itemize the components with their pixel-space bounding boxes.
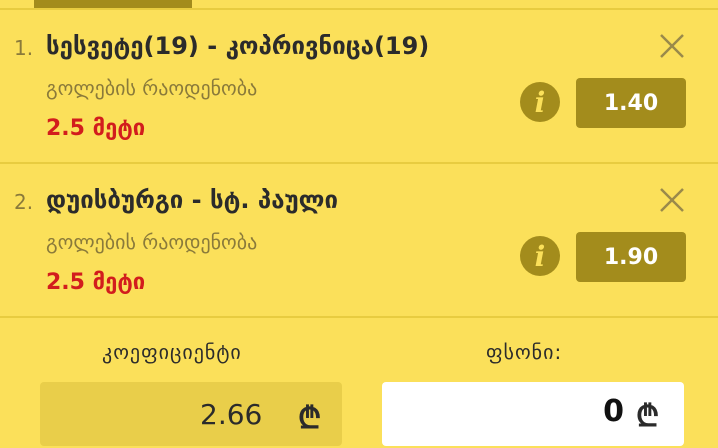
bet-slip-item: 2. დუისბურგი - სტ. პაული გოლების რაოდენო… bbox=[0, 164, 718, 318]
stake-input[interactable]: 0 ₾ bbox=[382, 382, 684, 446]
lari-currency-icon: ₾ bbox=[636, 399, 660, 434]
match-name: დუისბურგი - სტ. პაული bbox=[46, 186, 338, 214]
info-icon[interactable]: i bbox=[520, 236, 560, 276]
total-coefficient-field: 2.66 ₾ bbox=[40, 382, 342, 446]
market-name: გოლების რაოდენობა bbox=[46, 230, 258, 254]
active-tab-indicator bbox=[34, 0, 192, 8]
coefficient-label: კოეფიციენტი bbox=[102, 340, 242, 364]
selection-name: 2.5 მეტი bbox=[46, 116, 146, 141]
bet-index: 1. bbox=[14, 36, 34, 60]
total-coefficient-value: 2.66 bbox=[200, 398, 263, 431]
info-icon[interactable]: i bbox=[520, 82, 560, 122]
bet-slip-item: 1. სესვეტე(19) - კოპრივნიცა(19) გოლების … bbox=[0, 10, 718, 164]
selection-name: 2.5 მეტი bbox=[46, 270, 146, 295]
market-name: გოლების რაოდენობა bbox=[46, 76, 258, 100]
stake-value: 0 bbox=[603, 394, 624, 429]
stake-label: ფსონი: bbox=[486, 340, 563, 364]
odds-button[interactable]: 1.90 bbox=[576, 232, 686, 282]
lari-currency-icon: ₾ bbox=[298, 401, 322, 436]
odds-button[interactable]: 1.40 bbox=[576, 78, 686, 128]
bet-index: 2. bbox=[14, 190, 34, 214]
close-icon[interactable] bbox=[658, 186, 686, 214]
match-name: სესვეტე(19) - კოპრივნიცა(19) bbox=[46, 32, 430, 60]
close-icon[interactable] bbox=[658, 32, 686, 60]
